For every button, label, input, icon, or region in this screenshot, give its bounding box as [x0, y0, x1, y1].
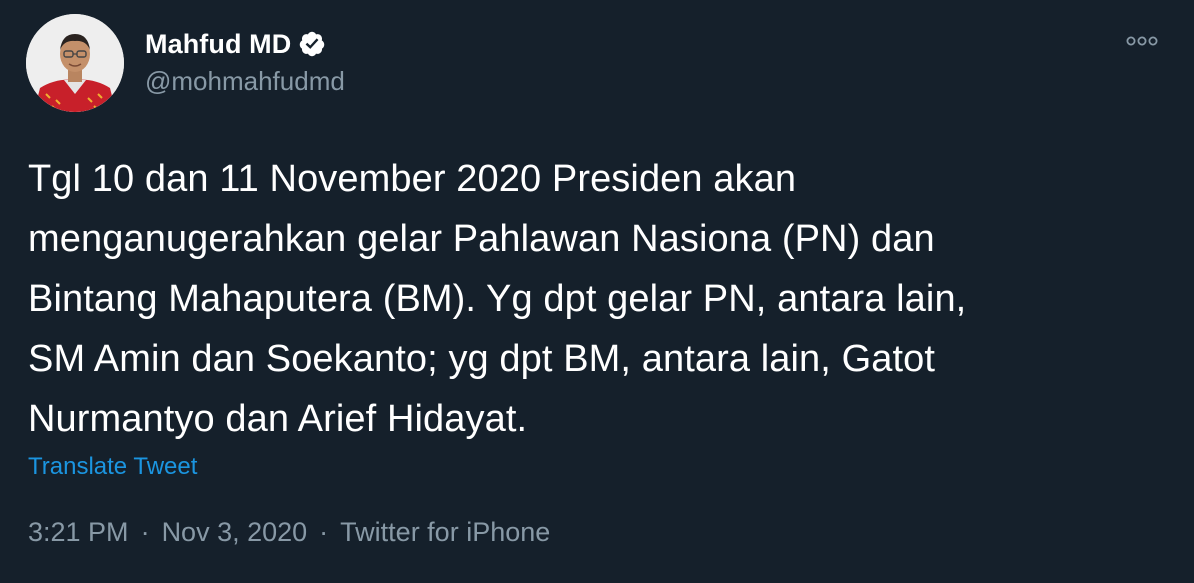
avatar[interactable]	[26, 14, 124, 112]
translate-tweet-link[interactable]: Translate Tweet	[28, 453, 197, 481]
tweet-card: Mahfud MD @mohmahfudmd Tgl 10 dan 11 Nov…	[0, 0, 1194, 583]
tweet-date[interactable]: Nov 3, 2020	[162, 517, 308, 548]
display-name[interactable]: Mahfud MD	[145, 29, 291, 60]
avatar-image	[26, 14, 124, 112]
meta-separator: ·	[140, 517, 150, 547]
tweet-meta: 3:21 PM · Nov 3, 2020 · Twitter for iPho…	[28, 517, 550, 548]
tweet-text: Tgl 10 dan 11 November 2020 Presiden aka…	[28, 158, 967, 440]
tweet-source[interactable]: Twitter for iPhone	[340, 517, 550, 548]
meta-separator: ·	[319, 517, 329, 547]
tweet-time[interactable]: 3:21 PM	[28, 517, 129, 548]
display-name-row: Mahfud MD	[145, 26, 326, 62]
more-options-icon[interactable]	[1124, 30, 1160, 52]
user-handle[interactable]: @mohmahfudmd	[145, 66, 345, 97]
verified-badge-icon	[298, 30, 326, 58]
